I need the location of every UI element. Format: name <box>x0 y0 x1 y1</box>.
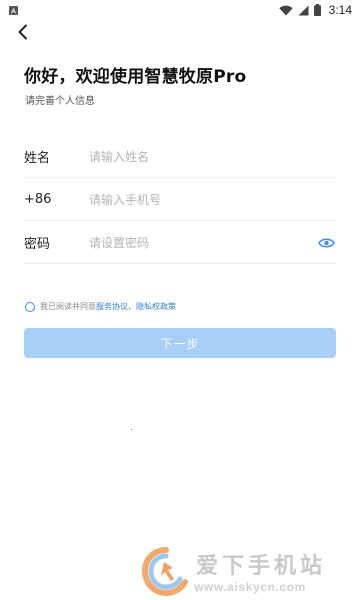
page-subtitle: 请完善个人信息 <box>25 96 95 107</box>
watermark-title: 爱下手机站 <box>196 554 327 579</box>
phone-row: +86 <box>24 179 336 221</box>
password-label: 密码 <box>24 237 51 252</box>
next-button[interactable]: 下一步 <box>24 328 336 358</box>
name-label: 姓名 <box>24 151 51 166</box>
service-agreement-link[interactable]: 服务协议 <box>96 301 128 312</box>
privacy-policy-link[interactable]: 隐私权政策 <box>136 301 176 312</box>
status-right: 3:14 <box>278 1 352 20</box>
stray-dot <box>131 429 132 430</box>
status-bar: 3:14 <box>0 0 360 20</box>
name-row: 姓名 <box>24 136 336 178</box>
wifi-icon <box>278 1 293 20</box>
page-title: 你好，欢迎使用智慧牧原Pro <box>24 67 247 87</box>
country-code-label: +86 <box>24 192 52 207</box>
register-screen: 3:14 你好，欢迎使用智慧牧原Pro 请完善个人信息 姓名 +86 密码 我已… <box>0 0 360 600</box>
battery-icon <box>313 1 321 20</box>
signal-icon <box>298 1 309 20</box>
password-row: 密码 <box>24 222 336 264</box>
agree-radio[interactable] <box>25 301 35 312</box>
agreement: 我已阅读并同意 服务协议 、 隐私权政策 <box>25 301 176 312</box>
app-notification-icon <box>9 5 18 15</box>
agreement-prefix: 我已阅读并同意 <box>40 302 96 311</box>
watermark-url: www.aiskycn.com <box>194 580 306 594</box>
back-arrow-icon <box>16 24 30 44</box>
watermark: 爱下手机站 www.aiskycn.com <box>140 546 360 598</box>
phone-input[interactable] <box>89 187 336 212</box>
agreement-separator: 、 <box>128 302 136 311</box>
back-button[interactable] <box>12 23 34 45</box>
eye-icon[interactable] <box>316 233 336 253</box>
password-input[interactable] <box>89 230 316 255</box>
status-time: 3:14 <box>328 3 352 17</box>
status-left <box>9 5 18 15</box>
watermark-logo-icon <box>140 546 192 600</box>
name-input[interactable] <box>89 144 336 169</box>
